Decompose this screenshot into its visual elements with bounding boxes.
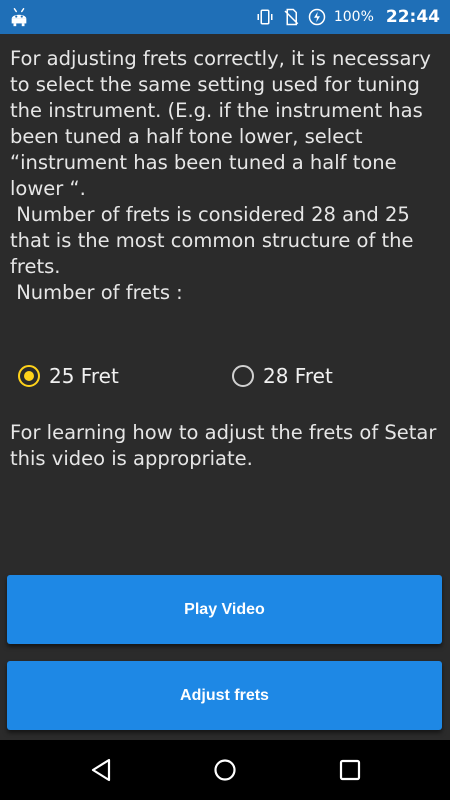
home-icon[interactable] [211, 756, 239, 784]
play-video-button[interactable]: Play Video [7, 575, 442, 644]
android-icon [11, 8, 27, 27]
info-paragraph-2: Number of frets is considered 28 and 25 … [10, 203, 420, 278]
info-paragraph-3: Number of frets : [10, 281, 183, 304]
radio-label-28-fret: 28 Fret [263, 364, 333, 388]
radio-checked-icon [18, 365, 40, 387]
learn-text: For learning how to adjust the frets of … [10, 421, 437, 470]
recents-icon[interactable] [336, 756, 364, 784]
info-text: For adjusting frets correctly, it is nec… [10, 46, 442, 306]
radio-28-fret[interactable]: 28 Fret [232, 358, 333, 394]
clock: 22:44 [385, 7, 440, 27]
status-icons: 100% 22:44 [256, 0, 440, 34]
navigation-bar [0, 740, 450, 800]
battery-percent: 100% [333, 9, 374, 25]
radio-label-25-fret: 25 Fret [49, 364, 119, 388]
back-icon[interactable] [87, 756, 115, 784]
radio-unchecked-icon [232, 365, 254, 387]
no-sim-icon [284, 8, 299, 26]
status-bar: 100% 22:44 [0, 0, 450, 34]
vibrate-icon [257, 9, 273, 25]
battery-saver-icon [308, 8, 326, 26]
main-content: For adjusting frets correctly, it is nec… [0, 34, 450, 740]
adjust-frets-button[interactable]: Adjust frets [7, 661, 442, 730]
radio-25-fret[interactable]: 25 Fret [18, 358, 119, 394]
info-paragraph-1: For adjusting frets correctly, it is nec… [10, 47, 431, 200]
fret-count-radio-group: 25 Fret 28 Fret [0, 358, 450, 394]
